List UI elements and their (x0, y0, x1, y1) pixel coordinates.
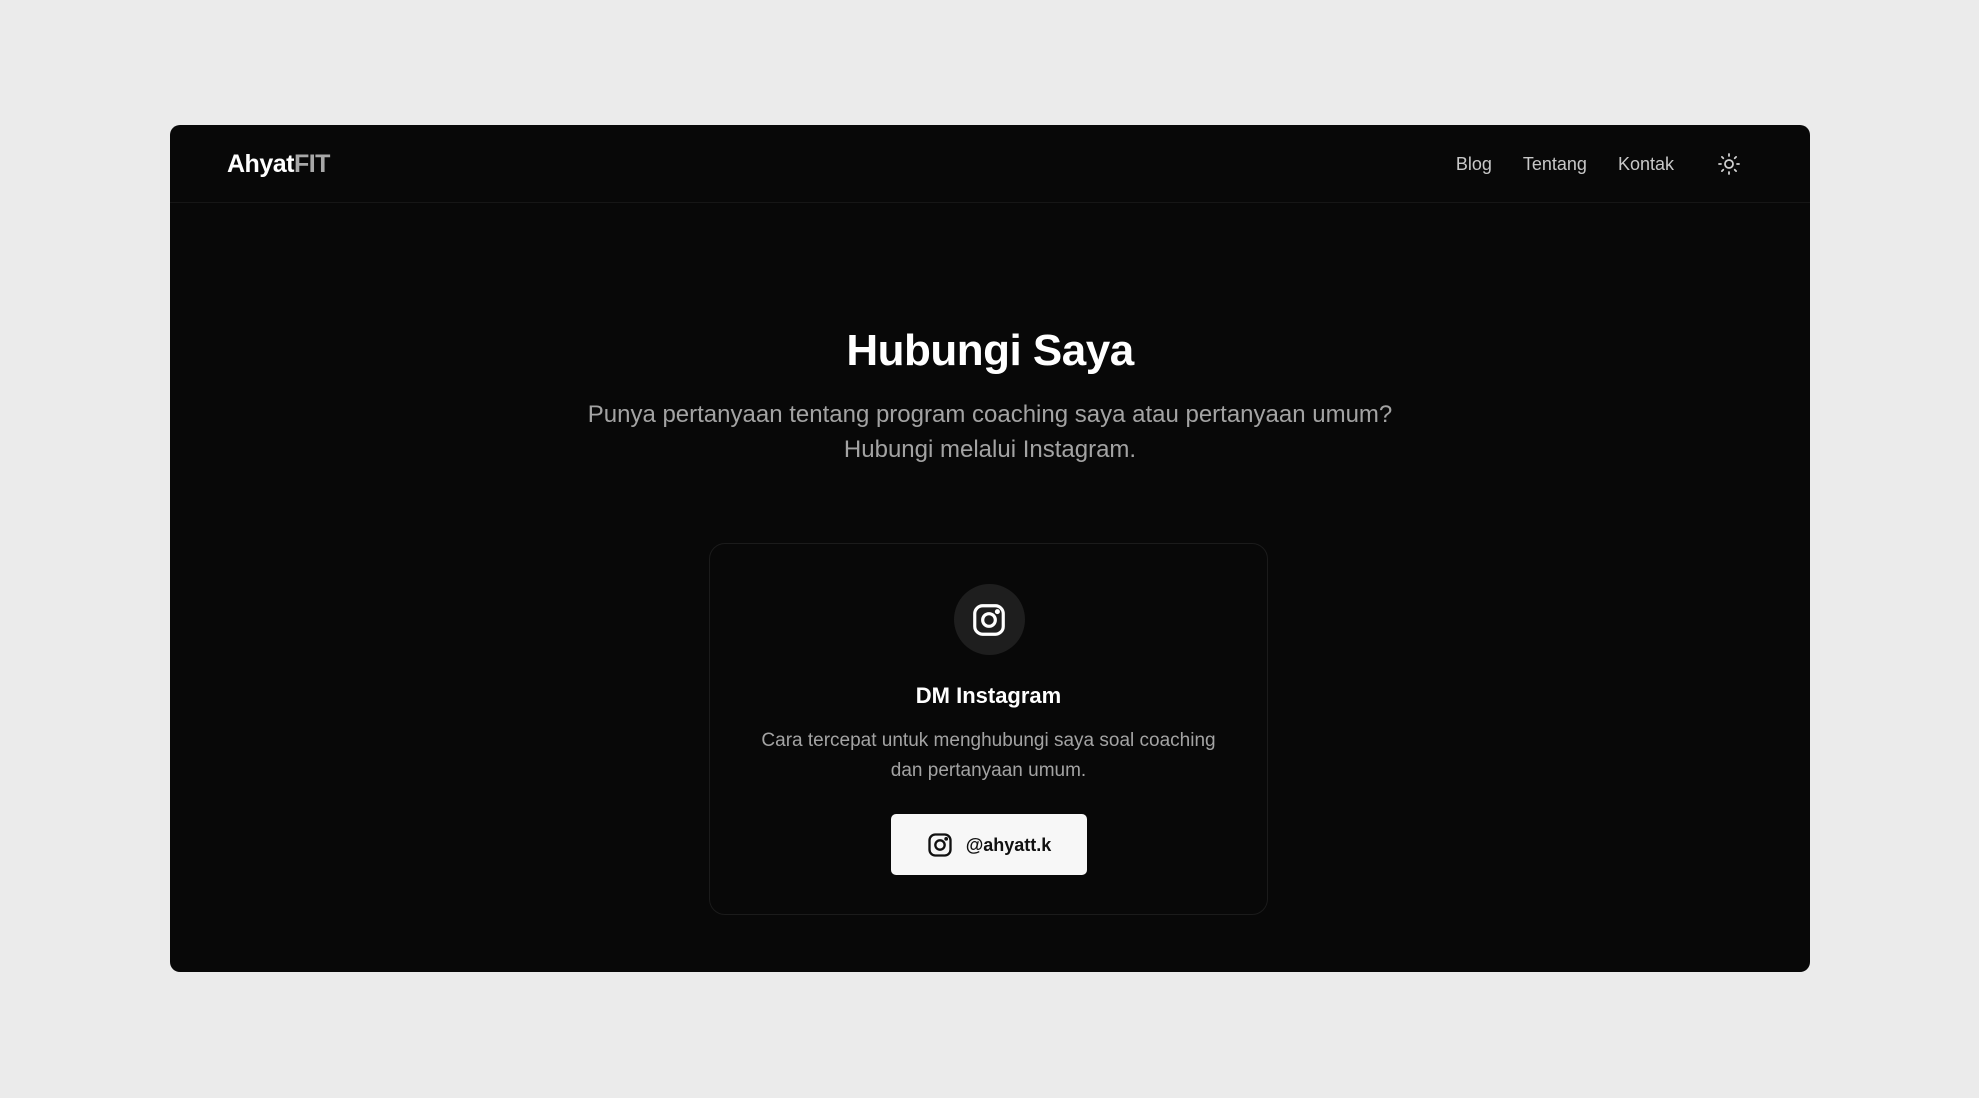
theme-toggle-button[interactable] (1714, 149, 1744, 179)
instagram-icon (928, 832, 952, 857)
instagram-icon (973, 603, 1005, 636)
page-subtitle: Punya pertanyaan tentang program coachin… (587, 401, 1393, 463)
logo-main-text: Ahyat (227, 150, 294, 178)
instagram-handle-label: @ahyatt.k (965, 834, 1052, 855)
instagram-handle-button[interactable]: @ahyatt.k (890, 814, 1087, 875)
logo-accent-text: FIT (293, 150, 331, 178)
card-icon-circle (953, 584, 1025, 655)
hero-section: Hubungi Saya Punya pertanyaan tentang pr… (170, 323, 1810, 467)
sun-icon (1718, 153, 1740, 175)
nav-links: Blog Tentang Kontak (1456, 152, 1674, 176)
card-title: DM Instagram (915, 683, 1062, 708)
logo[interactable]: AhyatFIT (227, 149, 330, 179)
navbar: AhyatFIT Blog Tentang Kontak (170, 125, 1810, 203)
nav-link-tentang[interactable]: Tentang (1523, 152, 1587, 176)
instagram-contact-card: DM Instagram Cara tercepat untuk menghub… (709, 543, 1268, 915)
app-window: AhyatFIT Blog Tentang Kontak Hubungi Say… (170, 125, 1810, 972)
page-title: Hubungi Saya (846, 326, 1134, 375)
nav-link-kontak[interactable]: Kontak (1618, 152, 1674, 176)
card-description: Cara tercepat untuk menghubungi saya soa… (761, 730, 1216, 781)
nav-link-blog[interactable]: Blog (1456, 152, 1492, 176)
